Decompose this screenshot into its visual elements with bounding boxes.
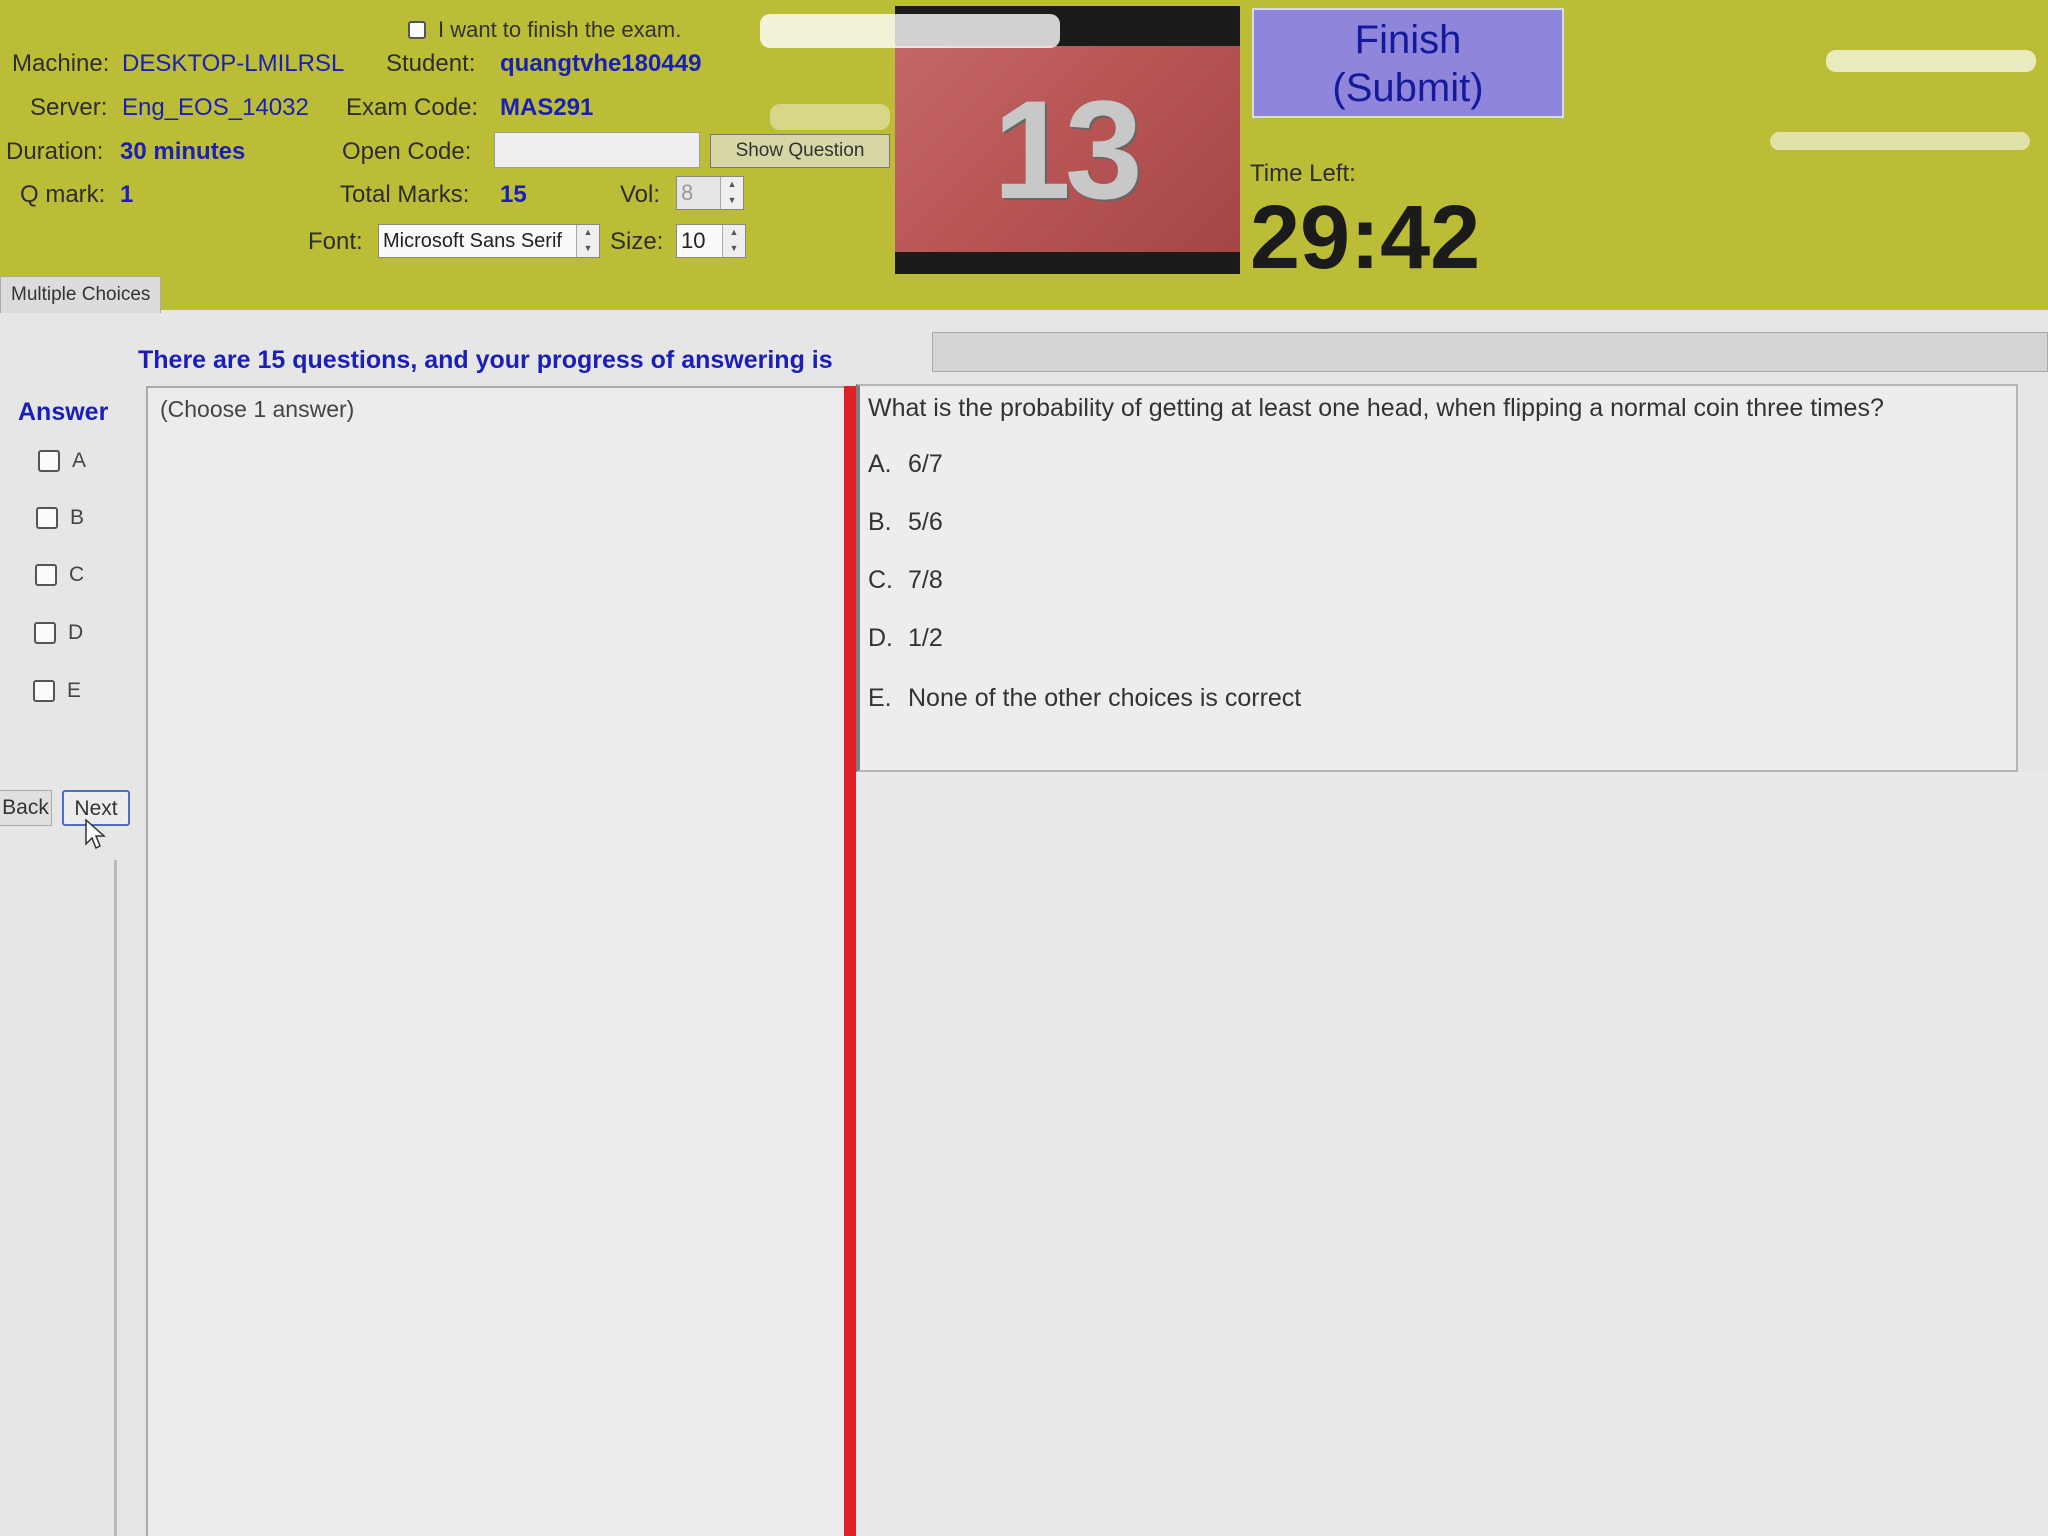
answer-label-d: D [68,621,84,644]
finish-exam-checkbox-row[interactable]: I want to finish the exam. [408,16,681,44]
mouse-cursor-icon [85,818,106,850]
answer-label-c: C [69,563,85,586]
machine-label: Machine: [12,50,110,77]
progress-bar [932,332,2048,372]
question-option-e: E. None of the other choices is correct [868,684,1301,713]
question-text: What is the probability of getting at le… [868,394,1884,422]
finish-submit-button[interactable]: Finish (Submit) [1252,8,1564,118]
machine-value: DESKTOP-LMILRSL [122,50,345,77]
font-select-arrows[interactable]: ▲ ▼ [576,225,599,257]
answer-label-e: E [67,679,82,702]
question-option-text: None of the other choices is correct [908,684,1302,712]
answer-option-d[interactable]: D [34,621,83,645]
question-option-letter: C. [868,566,893,594]
answer-checkbox-e[interactable] [33,680,55,702]
qmark-label: Q mark: [20,181,106,208]
question-option-letter: A. [868,450,892,478]
total-marks-label: Total Marks: [340,181,470,208]
vol-value: 8 [681,180,694,205]
exam-code-value: MAS291 [500,94,594,121]
finish-exam-checkbox-label: I want to finish the exam. [438,17,682,42]
screen-glare [770,104,890,130]
screen-glare [1826,50,2036,72]
left-column-divider [114,860,117,1536]
tab-multiple-choices[interactable]: Multiple Choices [0,276,162,313]
qmark-value: 1 [120,181,134,208]
answer-label-a: A [72,449,87,472]
choose-hint: (Choose 1 answer) [160,396,355,422]
total-marks-value: 15 [500,181,527,208]
question-pane: What is the probability of getting at le… [856,384,2018,772]
question-number-display: 13 [993,71,1143,228]
answer-option-c[interactable]: C [35,563,84,587]
show-question-button[interactable]: Show Question [710,134,890,168]
open-code-input[interactable] [494,132,700,168]
answer-checkbox-a[interactable] [38,450,60,472]
size-stepper[interactable]: 10 ▲ ▼ [676,224,746,258]
font-label: Font: [308,228,363,255]
duration-value: 30 minutes [120,138,246,165]
question-option-d: D. 1/2 [868,624,943,653]
exam-code-label: Exam Code: [346,94,479,121]
finish-exam-checkbox[interactable] [408,21,426,39]
question-option-text: 6/7 [908,450,943,478]
answer-option-e[interactable]: E [33,679,81,703]
font-value: Microsoft Sans Serif [383,230,562,252]
question-option-c: C. 7/8 [868,566,943,595]
size-value: 10 [681,228,706,253]
pane-splitter[interactable] [844,386,856,1536]
answer-checkbox-b[interactable] [36,507,58,529]
vol-label: Vol: [620,181,661,208]
open-code-label: Open Code: [342,138,472,165]
question-option-text: 7/8 [908,566,943,594]
question-option-b: B. 5/6 [868,508,943,537]
answer-checkbox-d[interactable] [34,622,56,644]
font-select[interactable]: Microsoft Sans Serif ▲ ▼ [378,224,600,258]
screen-glare [760,14,1060,48]
size-stepper-arrows[interactable]: ▲ ▼ [722,225,745,257]
student-label: Student: [386,50,476,77]
screen-glare [1770,132,2030,150]
back-button[interactable]: Back [0,790,52,826]
finish-button-line2: (Submit) [1332,66,1484,110]
answer-label-b: B [70,506,85,529]
answer-selection-pane: (Choose 1 answer) [146,386,846,1536]
vol-stepper[interactable]: 8 ▲ ▼ [676,176,744,210]
duration-label: Duration: [6,138,104,165]
size-label: Size: [610,228,664,255]
exam-header: I want to finish the exam. Machine: DESK… [0,0,2048,310]
question-option-text: 1/2 [908,624,943,652]
question-option-a: A. 6/7 [868,450,943,479]
question-option-letter: D. [868,624,893,652]
server-label: Server: [30,94,108,121]
server-value: Eng_EOS_14032 [122,94,309,121]
answer-option-b[interactable]: B [36,506,84,530]
finish-button-line1: Finish [1354,18,1462,62]
question-lower-area [856,772,2048,1536]
progress-text: There are 15 questions, and your progres… [138,346,833,374]
question-option-letter: E. [868,684,892,712]
time-left-value: 29:42 [1250,188,1481,288]
answer-title: Answer [18,398,109,426]
vol-stepper-arrows[interactable]: ▲ ▼ [720,177,743,209]
student-value: quangtvhe180449 [500,50,702,77]
question-option-letter: B. [868,508,892,536]
question-option-text: 5/6 [908,508,943,536]
time-left-label: Time Left: [1250,160,1356,187]
answer-checkbox-c[interactable] [35,564,57,586]
answer-option-a[interactable]: A [38,449,86,473]
